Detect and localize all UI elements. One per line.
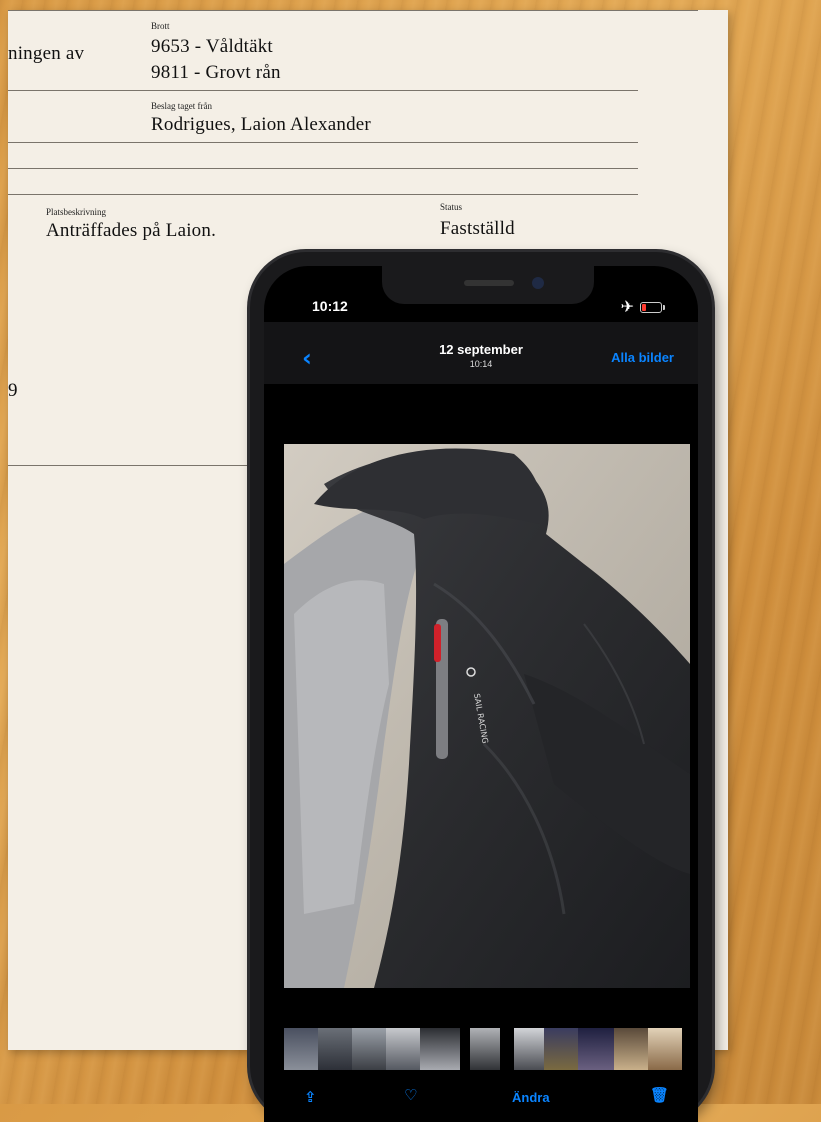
paper-rule <box>8 194 638 195</box>
airplane-icon: ✈ <box>620 297 634 316</box>
battery-icon <box>640 302 665 313</box>
crime-line-2: 9811 - Grovt rån <box>151 62 281 83</box>
thumbnail[interactable] <box>284 1028 318 1070</box>
paper-rule <box>8 10 698 11</box>
thumbnail[interactable] <box>614 1028 648 1070</box>
thumbnail[interactable] <box>578 1028 614 1070</box>
thumbnail[interactable] <box>544 1028 578 1070</box>
heart-icon[interactable]: ♡ <box>404 1086 417 1104</box>
photo-nav-bar: ‹ 12 september 10:14 Alla bilder <box>264 322 698 384</box>
location-label: Platsbeskrivning <box>46 207 106 217</box>
location-value: Anträffades på Laion. <box>46 220 217 241</box>
thumbnail-strip <box>264 1028 698 1072</box>
thumbnail[interactable] <box>386 1028 420 1070</box>
front-camera <box>532 277 544 289</box>
thumbnail[interactable] <box>352 1028 386 1070</box>
seized-from-label: Beslag taget från <box>151 101 212 111</box>
paper-rule <box>8 142 638 143</box>
phone-screen: 10:12 ✈ ‹ 12 september 10:14 Alla bilder <box>264 266 698 1122</box>
paper-rule <box>8 168 638 169</box>
smartphone: 10:12 ✈ ‹ 12 september 10:14 Alla bilder <box>250 252 712 1122</box>
trash-icon[interactable]: 🗑 <box>650 1086 669 1104</box>
thumbnail[interactable] <box>470 1028 500 1070</box>
edit-button[interactable]: Ändra <box>512 1090 550 1105</box>
seized-from-value: Rodrigues, Laion Alexander <box>151 114 371 135</box>
jacket-photo[interactable]: SAIL RACING <box>284 444 690 988</box>
crime-line-1: 9653 - Våldtäkt <box>151 36 273 57</box>
status-value: Fastställd <box>440 218 515 239</box>
paper-rule <box>8 465 248 466</box>
speaker-grille <box>464 280 514 286</box>
all-photos-button[interactable]: Alla bilder <box>611 350 674 365</box>
share-icon[interactable]: ⇪ <box>304 1088 317 1106</box>
crime-label: Brott <box>151 21 170 31</box>
partial-heading: ningen av <box>8 43 85 64</box>
status-label: Status <box>440 202 463 212</box>
paper-rule <box>8 90 638 91</box>
notch <box>382 266 594 304</box>
thumbnail[interactable] <box>420 1028 460 1070</box>
thumbnail[interactable] <box>648 1028 682 1070</box>
photo-toolbar: ⇪ ♡ Ändra 🗑 <box>264 1084 698 1122</box>
thumbnail[interactable] <box>318 1028 352 1070</box>
thumbnail[interactable] <box>514 1028 544 1070</box>
margin-digit: 9 <box>8 380 18 401</box>
status-time: 10:12 <box>312 298 348 314</box>
